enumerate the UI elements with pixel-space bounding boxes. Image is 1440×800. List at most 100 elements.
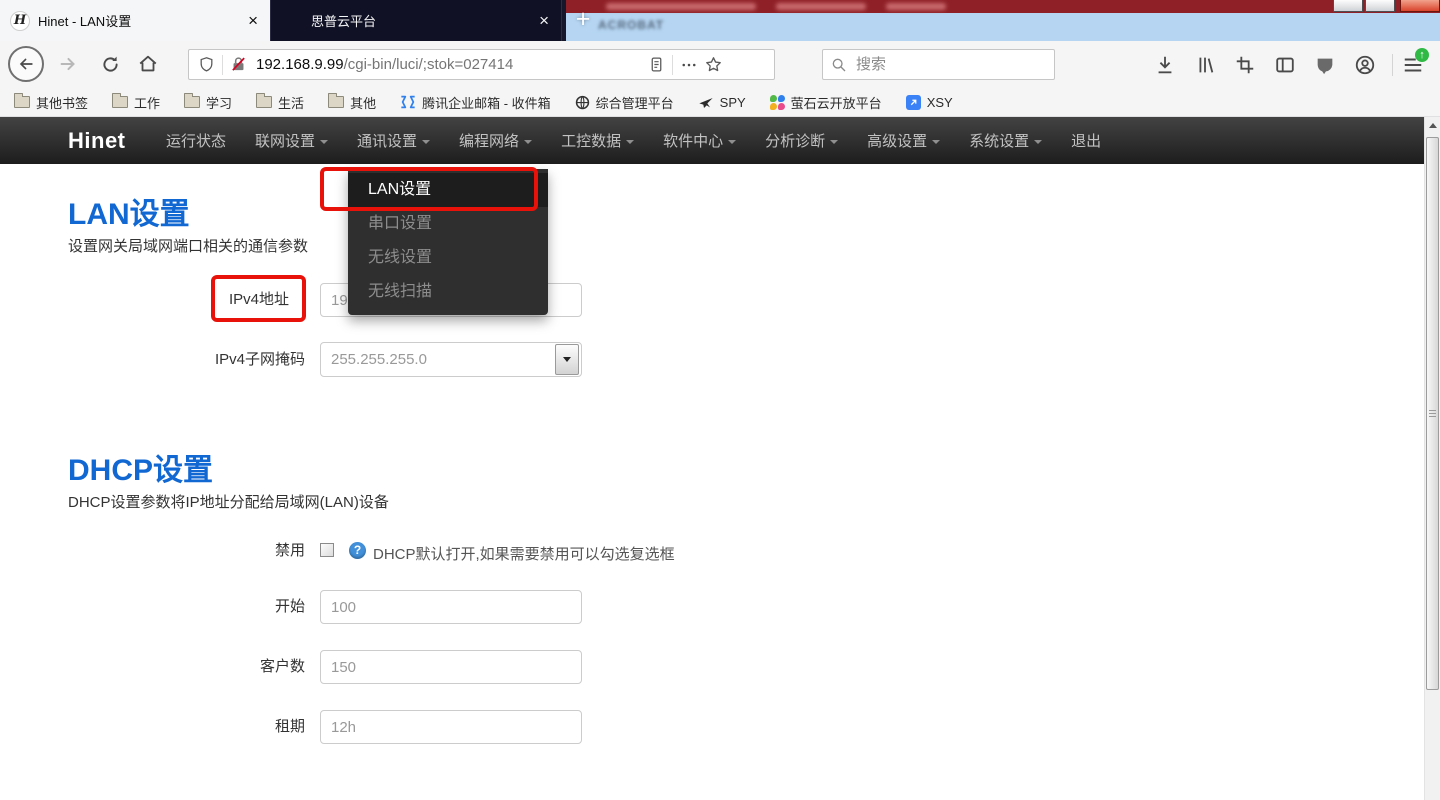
- tab-hinet-lan[interactable]: H Hinet - LAN设置 ×: [0, 0, 270, 41]
- background-window-titlebar: [566, 0, 1440, 13]
- spy-plane-icon: [698, 95, 714, 109]
- screenshot-icon[interactable]: [1234, 54, 1256, 76]
- page-scrollbar[interactable]: [1424, 117, 1440, 800]
- blurred-title-text: [606, 3, 756, 10]
- reader-mode-icon[interactable]: [648, 56, 665, 73]
- search-input[interactable]: [854, 55, 1028, 74]
- nav-item-software-center[interactable]: 软件中心: [663, 130, 736, 151]
- dhcp-start-input[interactable]: [320, 590, 582, 624]
- divider: [1392, 54, 1393, 76]
- address-bar[interactable]: 192.168.9.99/cgi-bin/luci/;stok=027414: [188, 49, 775, 80]
- divider: [222, 55, 223, 75]
- menu-item-wireless-scan[interactable]: 无线扫描: [348, 275, 548, 309]
- account-icon[interactable]: [1354, 54, 1376, 76]
- brand-logo[interactable]: Hinet: [68, 128, 126, 154]
- url-text[interactable]: 192.168.9.99/cgi-bin/luci/;stok=027414: [256, 56, 648, 73]
- dhcp-start-label: 开始: [65, 590, 305, 624]
- divider: [672, 55, 673, 75]
- browser-toolbar: 192.168.9.99/cgi-bin/luci/;stok=027414: [0, 41, 1440, 88]
- bookmark-folder-work[interactable]: 工作: [112, 93, 160, 112]
- scrollbar-grip: [1429, 410, 1436, 419]
- page-actions-icon[interactable]: [680, 56, 698, 74]
- ipv4-netmask-select[interactable]: 255.255.255.0: [320, 342, 582, 377]
- bookmark-folder-other-bookmarks[interactable]: 其他书签: [14, 93, 88, 112]
- window-close-button[interactable]: [1400, 0, 1440, 12]
- folder-icon: [14, 96, 30, 108]
- dhcp-lease-label: 租期: [65, 710, 305, 744]
- arrow-square-icon: [906, 95, 921, 110]
- chevron-down-icon: [728, 140, 736, 144]
- nav-item-programming-network[interactable]: 编程网络: [459, 130, 532, 151]
- nav-item-analysis-diagnosis[interactable]: 分析诊断: [765, 130, 838, 151]
- home-button[interactable]: [130, 46, 166, 82]
- back-button[interactable]: [8, 46, 44, 82]
- reload-button[interactable]: [92, 46, 128, 82]
- chevron-down-icon: [524, 140, 532, 144]
- blurred-title-text: [886, 3, 946, 10]
- downloads-icon[interactable]: [1154, 54, 1176, 76]
- dhcp-lease-input[interactable]: [320, 710, 582, 744]
- sidebar-toggle-icon[interactable]: [1274, 54, 1296, 76]
- folder-icon: [184, 96, 200, 108]
- bookmark-ezviz-open-platform[interactable]: 萤石云开放平台: [770, 93, 882, 112]
- close-icon[interactable]: ×: [236, 12, 270, 29]
- search-icon: [831, 57, 847, 73]
- dhcp-section-subtitle: DHCP设置参数将IP地址分配给局域网(LAN)设备: [68, 491, 389, 512]
- tab-sipu-cloud[interactable]: 思普云平台 ×: [270, 0, 562, 41]
- lan-section-subtitle: 设置网关局域网端口相关的通信参数: [68, 235, 308, 256]
- dhcp-disable-checkbox[interactable]: [320, 543, 334, 557]
- bookmark-folder-life[interactable]: 生活: [256, 93, 304, 112]
- bookmark-spy[interactable]: SPY: [698, 95, 746, 110]
- dhcp-section-title: DHCP设置: [68, 445, 213, 489]
- select-dropdown-button[interactable]: [555, 344, 579, 375]
- menu-hamburger-icon[interactable]: ↑: [1402, 54, 1424, 76]
- lan-section-title: LAN设置: [68, 189, 190, 233]
- nav-item-network-settings[interactable]: 联网设置: [255, 130, 328, 151]
- chevron-down-icon: [626, 140, 634, 144]
- bookmark-xsy[interactable]: XSY: [906, 95, 953, 110]
- menu-item-serial-settings[interactable]: 串口设置: [348, 207, 548, 241]
- insecure-lock-icon[interactable]: [230, 56, 247, 73]
- library-icon[interactable]: [1194, 54, 1216, 76]
- nav-item-industrial-data[interactable]: 工控数据: [561, 130, 634, 151]
- bookmark-folder-misc[interactable]: 其他: [328, 93, 376, 112]
- site-navbar: Hinet 运行状态 联网设置 通讯设置 编程网络 工控数据 软件中心 分析诊断…: [0, 117, 1424, 164]
- bookmark-tencent-mail[interactable]: 腾讯企业邮箱 - 收件箱: [400, 93, 551, 112]
- search-bar[interactable]: [822, 49, 1055, 80]
- nav-item-running-status[interactable]: 运行状态: [166, 130, 226, 151]
- help-icon[interactable]: ?: [349, 542, 366, 559]
- ezviz-dots-icon: [770, 95, 785, 110]
- forward-button[interactable]: [50, 46, 86, 82]
- folder-icon: [112, 96, 128, 108]
- window-maximize-button[interactable]: [1365, 0, 1395, 12]
- dhcp-limit-label: 客户数: [65, 650, 305, 684]
- chevron-down-icon: [1034, 140, 1042, 144]
- chevron-down-icon: [422, 140, 430, 144]
- scrollbar-up-arrow[interactable]: [1425, 117, 1440, 134]
- nav-items: 运行状态 联网设置 通讯设置 编程网络 工控数据 软件中心 分析诊断 高级设置 …: [166, 130, 1101, 151]
- close-icon[interactable]: ×: [527, 12, 561, 29]
- tab-title: 思普云平台: [271, 11, 527, 30]
- bookmark-management-platform[interactable]: 综合管理平台: [575, 93, 674, 112]
- menu-item-wireless-settings[interactable]: 无线设置: [348, 241, 548, 275]
- bookmarks-bar: 其他书签 工作 学习 生活 其他 腾讯企业邮箱 - 收件箱 综合管理平台 SPY: [0, 88, 1440, 117]
- tracking-protection-shield-icon[interactable]: [189, 56, 215, 73]
- nav-item-system-settings[interactable]: 系统设置: [969, 130, 1042, 151]
- screen: H Hinet - LAN设置 × 思普云平台 × ACROBAT +: [0, 0, 1440, 800]
- scrollbar-thumb[interactable]: [1426, 137, 1439, 690]
- folder-icon: [328, 96, 344, 108]
- bookmark-star-icon[interactable]: [698, 55, 731, 74]
- dhcp-limit-input[interactable]: [320, 650, 582, 684]
- new-tab-button[interactable]: +: [570, 6, 596, 34]
- nav-item-communication-settings[interactable]: 通讯设置: [357, 130, 430, 151]
- dhcp-disable-label: 禁用: [65, 541, 305, 561]
- update-badge-icon: ↑: [1415, 48, 1429, 62]
- nav-item-logout[interactable]: 退出: [1071, 130, 1101, 151]
- bookmark-folder-study[interactable]: 学习: [184, 93, 232, 112]
- dhcp-disable-hint: DHCP默认打开,如果需要禁用可以勾选复选框: [373, 543, 675, 564]
- chevron-down-icon: [563, 357, 571, 362]
- window-minimize-button[interactable]: [1333, 0, 1363, 12]
- nav-item-advanced-settings[interactable]: 高级设置: [867, 130, 940, 151]
- pocket-icon[interactable]: [1314, 54, 1336, 76]
- page-viewport: Hinet 运行状态 联网设置 通讯设置 编程网络 工控数据 软件中心 分析诊断…: [0, 117, 1440, 800]
